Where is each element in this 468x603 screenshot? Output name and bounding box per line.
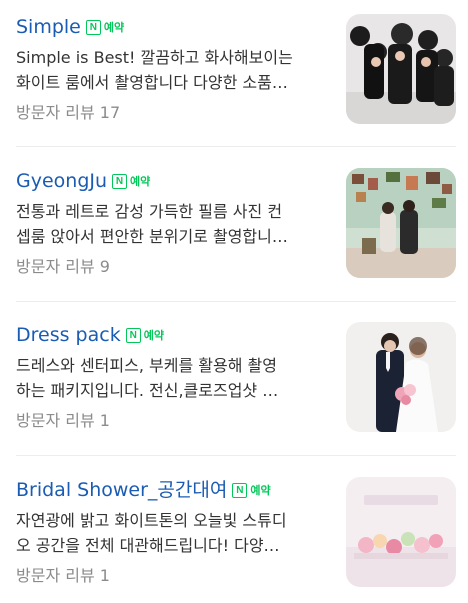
- item-text: GyeongJu N 예약 전통과 레트로 감성 가득한 필름 사진 컨 셉룸 …: [16, 168, 334, 278]
- description-line: 오 공간을 전체 대관해드립니다! 다양…: [16, 536, 280, 555]
- item-description[interactable]: Simple is Best! 깔끔하고 화사해보이는 화이트 룸에서 촬영합니…: [16, 45, 334, 95]
- retro-room-photo-image: [346, 168, 456, 278]
- divider: [16, 146, 456, 147]
- item-title[interactable]: Bridal Shower_공간대여: [16, 477, 227, 503]
- description-line: 드레스와 센터피스, 부케를 활용해 촬영: [16, 356, 277, 375]
- item-description[interactable]: 전통과 레트로 감성 가득한 필름 사진 컨 셉룸 앉아서 편안한 분위기로 촬…: [16, 199, 334, 249]
- npay-badge-label: 예약: [130, 175, 151, 188]
- review-count[interactable]: 방문자 리뷰 9: [16, 256, 334, 278]
- description-line: 화이트 룸에서 촬영합니다 다양한 소품…: [16, 73, 288, 92]
- item-text: Bridal Shower_공간대여 N 예약 자연광에 밝고 화이트톤의 오늘…: [16, 477, 334, 587]
- item-description[interactable]: 자연광에 밝고 화이트톤의 오늘빛 스튜디 오 공간을 전체 대관해드립니다! …: [16, 508, 334, 558]
- item-title[interactable]: Dress pack: [16, 322, 121, 348]
- item-thumbnail[interactable]: [346, 322, 456, 432]
- item-title[interactable]: GyeongJu: [16, 168, 107, 194]
- title-row: Dress pack N 예약: [16, 322, 334, 348]
- item-thumbnail[interactable]: [346, 168, 456, 278]
- divider: [16, 455, 456, 456]
- description-line: Simple is Best! 깔끔하고 화사해보이는: [16, 48, 293, 67]
- npay-badge: N 예약: [125, 327, 164, 344]
- naver-n-icon: N: [85, 19, 101, 35]
- review-count[interactable]: 방문자 리뷰 1: [16, 410, 334, 432]
- item-title[interactable]: Simple: [16, 14, 81, 40]
- group-photo-image: [346, 14, 456, 124]
- naver-n-icon: N: [112, 173, 128, 189]
- npay-badge: N 예약: [85, 19, 125, 36]
- divider: [16, 301, 456, 302]
- product-list: Simple N 예약 Simple is Best! 깔끔하고 화사해보이는 …: [0, 0, 468, 603]
- review-count[interactable]: 방문자 리뷰 17: [16, 102, 334, 124]
- title-row: Bridal Shower_공간대여 N 예약: [16, 477, 334, 503]
- item-text: Dress pack N 예약 드레스와 센터피스, 부케를 활용해 촬영 하는…: [16, 322, 334, 432]
- npay-badge: N 예약: [112, 173, 150, 190]
- item-thumbnail[interactable]: [346, 477, 456, 587]
- wedding-couple-photo-image: [346, 322, 456, 432]
- description-line: 전통과 레트로 감성 가득한 필름 사진 컨: [16, 202, 283, 221]
- item-text: Simple N 예약 Simple is Best! 깔끔하고 화사해보이는 …: [16, 14, 334, 124]
- bridal-shower-photo-image: [346, 477, 456, 587]
- naver-n-icon: N: [232, 482, 248, 498]
- npay-badge: N 예약: [232, 482, 271, 499]
- naver-n-icon: N: [125, 327, 141, 343]
- npay-badge-label: 예약: [103, 21, 125, 34]
- title-row: GyeongJu N 예약: [16, 168, 334, 194]
- item-description[interactable]: 드레스와 센터피스, 부케를 활용해 촬영 하는 패키지입니다. 전신,클로즈업…: [16, 353, 334, 403]
- item-thumbnail[interactable]: [346, 14, 456, 124]
- npay-badge-label: 예약: [143, 329, 164, 342]
- npay-badge-label: 예약: [250, 484, 271, 497]
- description-line: 자연광에 밝고 화이트톤의 오늘빛 스튜디: [16, 511, 287, 530]
- title-row: Simple N 예약: [16, 14, 334, 40]
- review-count[interactable]: 방문자 리뷰 1: [16, 565, 334, 587]
- description-line: 하는 패키지입니다. 전신,클로즈업샷 …: [16, 381, 279, 400]
- description-line: 셉룸 앉아서 편안한 분위기로 촬영합니…: [16, 227, 288, 246]
